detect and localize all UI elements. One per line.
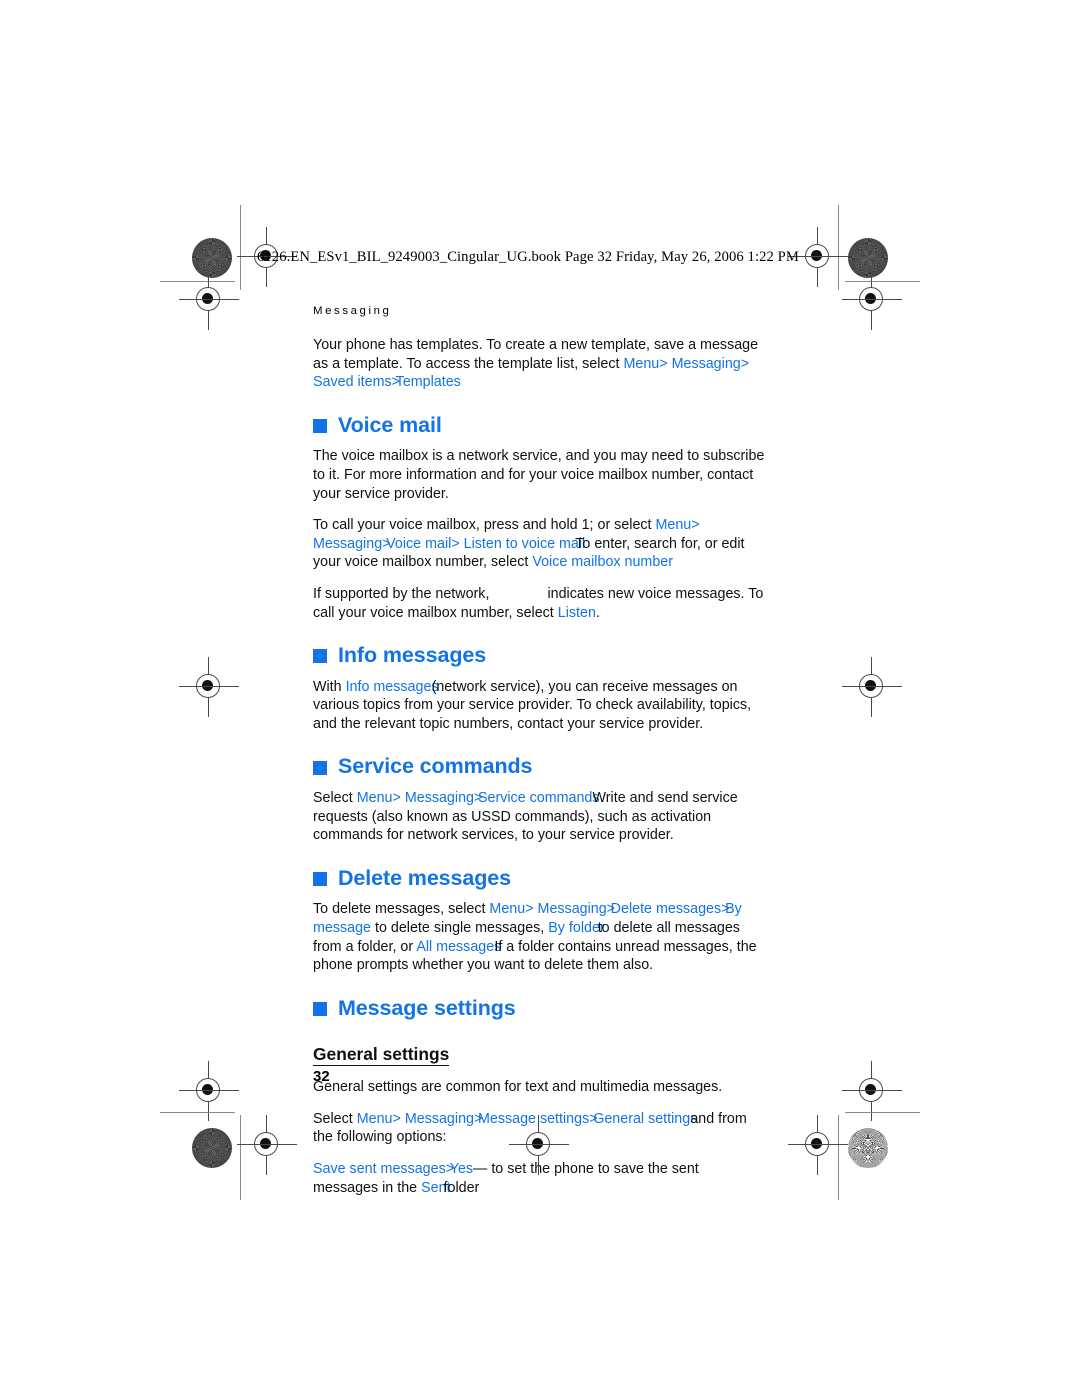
service-commands-prefix: Select (313, 790, 357, 806)
heading-info-messages: Info messages (313, 644, 765, 667)
registration-rosette-top-left (192, 238, 232, 278)
term-voice-mailbox-number[interactable]: Voice mailbox number (532, 554, 673, 570)
term-delete-messages[interactable]: Delete messages (611, 901, 721, 917)
heading-service-commands-label: Service commands (338, 754, 533, 779)
term-messaging[interactable]: Messaging (538, 901, 607, 917)
info-messages-paragraph: With Info messages(network service), you… (313, 678, 765, 734)
separator-gt: > (392, 790, 401, 806)
crop-rule-bottom-left-horizontal (160, 1112, 235, 1114)
term-service-commands[interactable]: Service commands (478, 790, 600, 806)
heading-voice-mail-label: Voice mail (338, 412, 442, 437)
term-yes[interactable]: Yes (450, 1161, 473, 1177)
term-messaging[interactable]: Messaging (405, 790, 474, 806)
heading-voice-mail: Voice mail (313, 414, 765, 437)
separator-gt: > (451, 535, 460, 552)
term-templates[interactable]: Templates (396, 374, 461, 390)
square-bullet-icon (313, 1002, 327, 1016)
crop-rule-top-left-vertical (240, 205, 242, 290)
registration-rosette-bottom-right (848, 1128, 888, 1168)
term-messaging[interactable]: Messaging (405, 1111, 474, 1127)
intro-paragraph: Your phone has templates. To create a ne… (313, 336, 765, 392)
file-stamp-header: 6126.EN_ESv1_BIL_9249003_Cingular_UG.boo… (257, 249, 799, 265)
registration-cross-bottom-right (788, 1115, 848, 1175)
crop-rule-bottom-right-vertical (838, 1115, 840, 1200)
voice-mail-paragraph-1: The voice mailbox is a network service, … (313, 448, 765, 502)
separator-gt: > (740, 355, 750, 372)
delete-messages-mid1: to delete single messages, (375, 919, 549, 936)
message-settings-paragraph-1: General settings are common for text and… (313, 1079, 723, 1096)
voice-mail-p2-prefix: To call your voice mailbox, press and ho… (313, 517, 656, 534)
message-settings-paragraph-2: Select Menu> Messaging>Message settings>… (313, 1110, 765, 1147)
term-saved-items[interactable]: Saved items (313, 374, 392, 390)
heading-message-settings-label: Message settings (338, 995, 516, 1020)
term-menu[interactable]: Menu (656, 517, 692, 533)
message-settings-p2-prefix: Select (313, 1110, 357, 1127)
voice-mail-paragraph-3: If supported by the network, indicates ne… (313, 585, 765, 622)
voice-mail-p3-end: . (595, 604, 600, 621)
heading-service-commands: Service commands (313, 755, 765, 778)
registration-cross-left-lower (179, 1061, 239, 1121)
delete-messages-paragraph: To delete messages, select Menu> Messagi… (313, 900, 765, 974)
running-head: Messaging (313, 305, 392, 317)
term-all-messages[interactable]: All messages (416, 939, 501, 955)
registration-cross-right-lower (842, 1061, 902, 1121)
intro-line2-prefix: To access the template list, select (406, 355, 624, 372)
heading-info-messages-label: Info messages (338, 643, 487, 668)
subheading-wrapper: General settings (313, 1030, 765, 1078)
square-bullet-icon (313, 872, 327, 887)
heading-delete-messages: Delete messages (313, 867, 765, 890)
registration-cross-top-right (788, 227, 848, 287)
separator-gt: > (691, 517, 700, 534)
message-settings-p3-end: folder (443, 1179, 480, 1196)
term-info-messages[interactable]: Info messages (346, 679, 439, 695)
crop-rule-bottom-left-vertical (240, 1115, 242, 1200)
heading-delete-messages-label: Delete messages (338, 865, 511, 890)
page-number: 32 (313, 1068, 330, 1085)
message-settings-paragraph-3: Save sent messages>Yes— to set the phone… (313, 1160, 765, 1197)
service-commands-paragraph: Select Menu> Messaging>Service commandsW… (313, 789, 765, 845)
square-bullet-icon (313, 419, 327, 434)
heading-message-settings: Message settings (313, 997, 765, 1020)
term-menu[interactable]: Menu (623, 356, 659, 372)
square-bullet-icon (313, 760, 327, 775)
crop-rule-bottom-right-horizontal (845, 1112, 920, 1114)
registration-cross-bottom-left (237, 1115, 297, 1175)
square-bullet-icon (313, 649, 327, 664)
term-message-settings[interactable]: Message settings (478, 1111, 589, 1127)
separator-gt: > (525, 901, 534, 918)
registration-rosette-bottom-left (192, 1128, 232, 1168)
separator-gt: > (659, 355, 668, 372)
term-listen[interactable]: Listen (558, 605, 596, 621)
term-listen-to-voice-mail[interactable]: Listen to voice mail (464, 536, 586, 552)
info-messages-prefix: With (313, 678, 346, 695)
registration-rosette-top-right (848, 238, 888, 278)
registration-cross-left-middle (179, 657, 239, 717)
crop-rule-top-right-vertical (838, 205, 840, 290)
term-messaging[interactable]: Messaging (313, 536, 382, 552)
term-voice-mail[interactable]: Voice mail (386, 536, 451, 552)
page-content: Messaging Your phone has templates. To c… (313, 305, 765, 1210)
delete-messages-prefix: To delete messages, select (313, 901, 490, 918)
term-messaging[interactable]: Messaging (672, 356, 741, 372)
term-menu[interactable]: Menu (489, 901, 525, 917)
voice-mail-paragraph-2: To call your voice mailbox, press and ho… (313, 516, 765, 572)
voice-mail-p3-prefix: If supported by the network, (313, 585, 490, 602)
registration-cross-right-middle (842, 657, 902, 717)
registration-cross-left-upper (179, 270, 239, 330)
term-general-settings[interactable]: General settings (593, 1111, 697, 1127)
crop-rule-top-left-horizontal (160, 281, 235, 283)
separator-gt: > (392, 1110, 401, 1127)
term-menu[interactable]: Menu (357, 1111, 393, 1127)
term-save-sent-messages[interactable]: Save sent messages (313, 1161, 446, 1177)
registration-cross-right-upper (842, 270, 902, 330)
subheading-general-settings: General settings (313, 1044, 450, 1067)
term-by-folder[interactable]: By folder (548, 920, 604, 936)
crop-rule-top-right-horizontal (845, 281, 920, 283)
term-menu[interactable]: Menu (357, 790, 393, 806)
